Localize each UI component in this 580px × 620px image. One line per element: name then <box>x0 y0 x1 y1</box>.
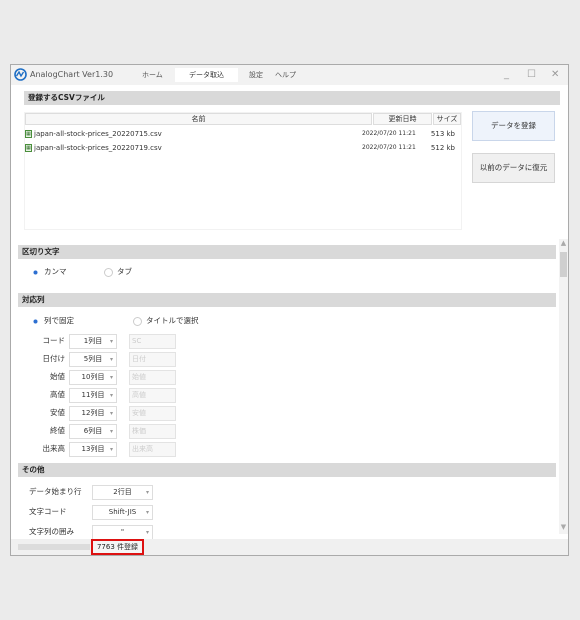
minimize-icon[interactable]: _ <box>504 69 509 80</box>
field-label: 終値 <box>50 426 65 435</box>
title-input: 高値 <box>129 388 176 403</box>
encoding-label: 文字コード <box>29 507 67 516</box>
tab-data-import[interactable]: データ取込 <box>175 68 238 82</box>
field-label: 出来高 <box>42 444 66 453</box>
column-select-value: 12列目 <box>81 409 105 417</box>
tab-home[interactable]: ホーム <box>142 70 163 80</box>
chevron-down-icon: ▾ <box>145 529 149 536</box>
field-label: 高値 <box>50 390 65 399</box>
csv-file-icon: ▦ <box>25 144 32 152</box>
field-label: 安値 <box>50 408 65 417</box>
column-select[interactable]: 6列目 ▾ <box>69 424 117 439</box>
chevron-down-icon: ▾ <box>109 410 113 417</box>
analogchart-logo-icon <box>14 68 27 81</box>
column-select-value: 6列目 <box>83 427 103 435</box>
close-icon[interactable]: ✕ <box>551 69 559 80</box>
column-select-value: 1列目 <box>83 337 103 345</box>
start-row-value: 2行目 <box>113 488 132 496</box>
csv-section-header: 登録するCSVファイル <box>24 91 560 105</box>
maximize-icon[interactable]: ☐ <box>527 69 536 80</box>
progress-bar <box>18 544 90 550</box>
chevron-down-icon: ▾ <box>145 509 149 516</box>
app-window: AnalogChart Ver1.30 ホーム データ取込 設定 ヘルプ _ ☐… <box>10 64 569 556</box>
radio-tab-label: タブ <box>117 267 132 276</box>
chevron-down-icon: ▾ <box>109 374 113 381</box>
column-select[interactable]: 1列目 ▾ <box>69 334 117 349</box>
column-select-value: 5列目 <box>83 355 103 363</box>
csv-file-icon: ▦ <box>25 130 32 138</box>
chevron-down-icon: ▾ <box>109 338 113 345</box>
file-size: 512 kb <box>430 144 455 152</box>
radio-fixed-column[interactable]: 列で固定 <box>31 316 74 326</box>
column-header-name[interactable]: 名前 <box>25 113 372 125</box>
column-select[interactable]: 13列目 ▾ <box>69 442 117 457</box>
tab-settings[interactable]: 設定 <box>249 70 263 80</box>
scroll-up-icon[interactable]: ▲ <box>559 239 568 247</box>
other-section-header: その他 <box>18 463 556 477</box>
restore-data-button[interactable]: 以前のデータに復元 <box>472 153 555 183</box>
file-row[interactable]: ▦ japan-all-stock-prices_20220715.csv 20… <box>25 128 461 140</box>
status-bar: 7763 件登録 <box>11 539 568 555</box>
radio-comma-label: カンマ <box>44 267 67 276</box>
scroll-down-icon[interactable]: ▼ <box>559 523 568 531</box>
file-date: 2022/07/20 11:21 <box>362 144 416 151</box>
title-input: SC <box>129 334 176 349</box>
column-select[interactable]: 5列目 ▾ <box>69 352 117 367</box>
encoding-select[interactable]: Shift-JIS ▾ <box>92 505 153 520</box>
title-input: 株価 <box>129 424 176 439</box>
start-row-label: データ始まり行 <box>29 487 82 496</box>
column-select[interactable]: 10列目 ▾ <box>69 370 117 385</box>
radio-selected-icon <box>31 267 40 277</box>
radio-unselected-icon <box>104 267 113 277</box>
quote-char-value: " <box>120 528 125 536</box>
title-input: 安値 <box>129 406 176 421</box>
chevron-down-icon: ▾ <box>109 392 113 399</box>
app-title: AnalogChart Ver1.30 <box>30 70 114 79</box>
radio-fixed-column-label: 列で固定 <box>44 316 74 325</box>
chevron-down-icon: ▾ <box>109 428 113 435</box>
radio-comma[interactable]: カンマ <box>31 267 67 277</box>
mapping-section-header: 対応列 <box>18 293 556 307</box>
column-select-value: 13列目 <box>81 445 105 453</box>
tab-help[interactable]: ヘルプ <box>275 70 296 80</box>
title-input: 出来高 <box>129 442 176 457</box>
radio-unselected-icon <box>133 316 142 326</box>
quote-char-label: 文字列の囲み <box>29 527 74 536</box>
radio-tab[interactable]: タブ <box>104 267 132 277</box>
chevron-down-icon: ▾ <box>109 446 113 453</box>
title-input: 日付 <box>129 352 176 367</box>
register-data-button[interactable]: データを登録 <box>472 111 555 141</box>
column-select[interactable]: 12列目 ▾ <box>69 406 117 421</box>
file-name: japan-all-stock-prices_20220719.csv <box>34 144 162 152</box>
title-input: 始値 <box>129 370 176 385</box>
chevron-down-icon: ▾ <box>109 356 113 363</box>
file-size: 513 kb <box>430 130 455 138</box>
quote-char-select[interactable]: " ▾ <box>92 525 153 540</box>
field-label: 始値 <box>50 372 65 381</box>
column-header-date[interactable]: 更新日時 <box>373 113 432 125</box>
start-row-select[interactable]: 2行目 ▾ <box>92 485 153 500</box>
column-header-size[interactable]: サイズ <box>433 113 461 125</box>
status-count: 7763 件登録 <box>91 539 144 555</box>
chevron-down-icon: ▾ <box>145 489 149 496</box>
column-select-value: 10列目 <box>81 373 105 381</box>
field-label: 日付け <box>42 354 66 363</box>
radio-selected-icon <box>31 316 40 326</box>
encoding-value: Shift-JIS <box>108 508 137 516</box>
vertical-scrollbar[interactable]: ▲ ▼ <box>559 239 568 534</box>
scrollbar-thumb[interactable] <box>560 252 567 277</box>
radio-select-by-title-label: タイトルで選択 <box>146 316 199 325</box>
file-name: japan-all-stock-prices_20220715.csv <box>34 130 162 138</box>
title-bar: AnalogChart Ver1.30 ホーム データ取込 設定 ヘルプ _ ☐… <box>11 65 568 85</box>
field-label: コード <box>42 336 66 345</box>
file-date: 2022/07/20 11:21 <box>362 130 416 137</box>
column-select[interactable]: 11列目 ▾ <box>69 388 117 403</box>
radio-select-by-title[interactable]: タイトルで選択 <box>133 316 199 326</box>
file-row[interactable]: ▦ japan-all-stock-prices_20220719.csv 20… <box>25 142 461 154</box>
column-select-value: 11列目 <box>81 391 105 399</box>
delimiter-section-header: 区切り文字 <box>18 245 556 259</box>
csv-file-list[interactable]: 名前 更新日時 サイズ ▦ japan-all-stock-prices_202… <box>24 112 462 230</box>
